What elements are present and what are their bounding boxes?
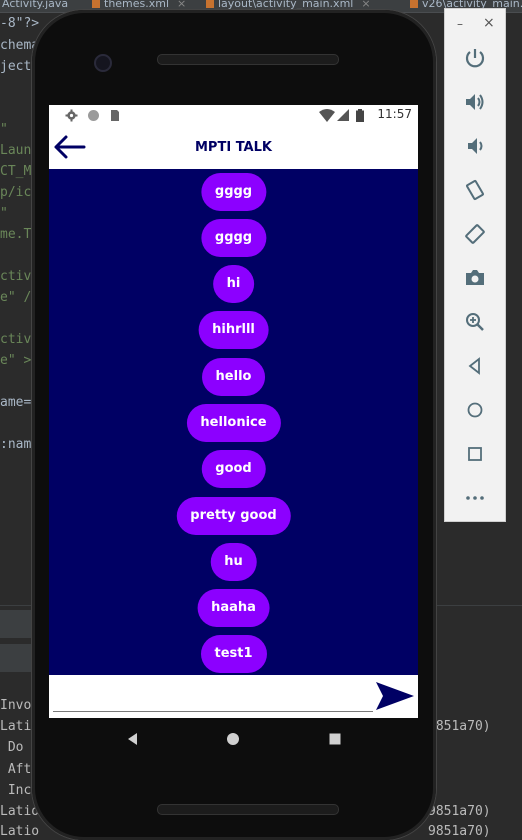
home-button-emulator[interactable] <box>462 397 488 423</box>
editor-tab-label: Activity.java <box>2 0 69 10</box>
nav-overview-button[interactable] <box>326 730 344 748</box>
message-input-bar <box>49 675 418 718</box>
message-bubble[interactable]: good <box>201 450 266 488</box>
status-time: 11:57 <box>377 107 412 121</box>
message-bubble[interactable]: hello <box>201 358 266 396</box>
emulator-toolbar: – × <box>444 8 506 522</box>
nav-back-button[interactable] <box>124 730 142 748</box>
gear-icon <box>65 109 78 125</box>
message-bubble[interactable]: hihrlll <box>198 311 269 349</box>
more-button[interactable] <box>462 485 488 511</box>
rotate-right-button[interactable] <box>462 221 488 247</box>
status-bar: 11:57 <box>49 105 418 126</box>
message-bubble[interactable]: test1 <box>200 635 267 673</box>
code-line: " <box>0 122 8 137</box>
front-camera <box>94 54 112 72</box>
page-title: MPTI TALK <box>195 140 272 155</box>
power-icon <box>465 49 485 68</box>
message-bubble[interactable]: haaha <box>197 589 270 627</box>
overview-icon <box>468 447 482 461</box>
bottom-speaker <box>157 804 339 815</box>
message-bubble[interactable]: gggg <box>200 173 267 211</box>
editor-tab-label: themes.xml <box>104 0 170 10</box>
xml-file-icon <box>206 0 214 8</box>
system-nav-bar <box>49 718 418 760</box>
nav-home-icon <box>227 733 239 745</box>
nav-back-icon <box>128 733 137 745</box>
message-bubble[interactable]: gggg <box>200 219 267 257</box>
circle-icon <box>87 109 100 125</box>
wifi-icon <box>319 109 335 125</box>
app-bar: MPTI TALK <box>49 126 418 169</box>
more-icon <box>466 496 484 500</box>
volume-down-icon <box>468 138 483 154</box>
zoom-icon <box>466 313 484 331</box>
message-bubble[interactable]: pretty good <box>176 497 291 535</box>
volume-down-button[interactable] <box>462 133 488 159</box>
minimize-button[interactable]: – <box>457 17 463 31</box>
editor-tab[interactable]: layout\activity_main.xml × <box>206 0 371 10</box>
log-line: Latio <box>0 804 40 819</box>
xml-file-icon <box>410 0 418 8</box>
rotate-left-button[interactable] <box>462 177 488 203</box>
code-line: -8"?> <box>0 16 40 31</box>
code-line: " <box>0 206 8 221</box>
overview-button-emulator[interactable] <box>462 441 488 467</box>
screenshot-button[interactable] <box>462 265 488 291</box>
nav-overview-icon <box>329 733 341 745</box>
log-line: Invo <box>0 698 32 713</box>
back-button-emulator[interactable] <box>462 353 488 379</box>
volume-up-button[interactable] <box>462 89 488 115</box>
editor-tab[interactable]: Activity.java <box>2 0 68 10</box>
log-line: 9851a70) <box>428 804 491 819</box>
top-speaker <box>157 54 339 65</box>
message-bubble[interactable]: hu <box>210 543 257 581</box>
code-line: ame= <box>0 395 32 410</box>
signal-icon <box>337 109 349 125</box>
message-bubble[interactable]: hellonice <box>186 404 281 442</box>
message-bubble[interactable]: hi <box>212 265 255 303</box>
send-button[interactable] <box>375 680 415 712</box>
message-list[interactable]: gggg gggg hi hihrlll hello hellonice goo… <box>49 169 418 675</box>
volume-up-icon <box>466 94 484 110</box>
message-input[interactable] <box>53 683 373 712</box>
close-tab-icon[interactable]: × <box>361 0 370 10</box>
close-button[interactable]: × <box>483 15 495 31</box>
back-icon <box>468 357 480 375</box>
send-icon <box>376 682 414 710</box>
editor-tab[interactable]: themes.xml × <box>92 0 186 10</box>
zoom-button[interactable] <box>462 309 488 335</box>
rotate-right-icon <box>465 224 485 244</box>
sim-icon <box>109 109 120 125</box>
code-line: ject <box>0 59 32 74</box>
home-icon <box>467 402 483 418</box>
xml-file-icon <box>92 0 100 8</box>
close-tab-icon[interactable]: × <box>177 0 186 10</box>
camera-icon <box>466 270 484 285</box>
power-button[interactable] <box>462 45 488 71</box>
battery-icon <box>356 109 364 125</box>
nav-home-button[interactable] <box>224 730 242 748</box>
log-line: 9851a70) <box>428 719 491 734</box>
rotate-left-icon <box>466 179 484 201</box>
editor-tab-label: layout\activity_main.xml <box>218 0 354 10</box>
phone-screen: 11:57 MPTI TALK gggg gggg hi hihrlll hel… <box>49 105 418 718</box>
code-line: e" > <box>0 353 32 368</box>
